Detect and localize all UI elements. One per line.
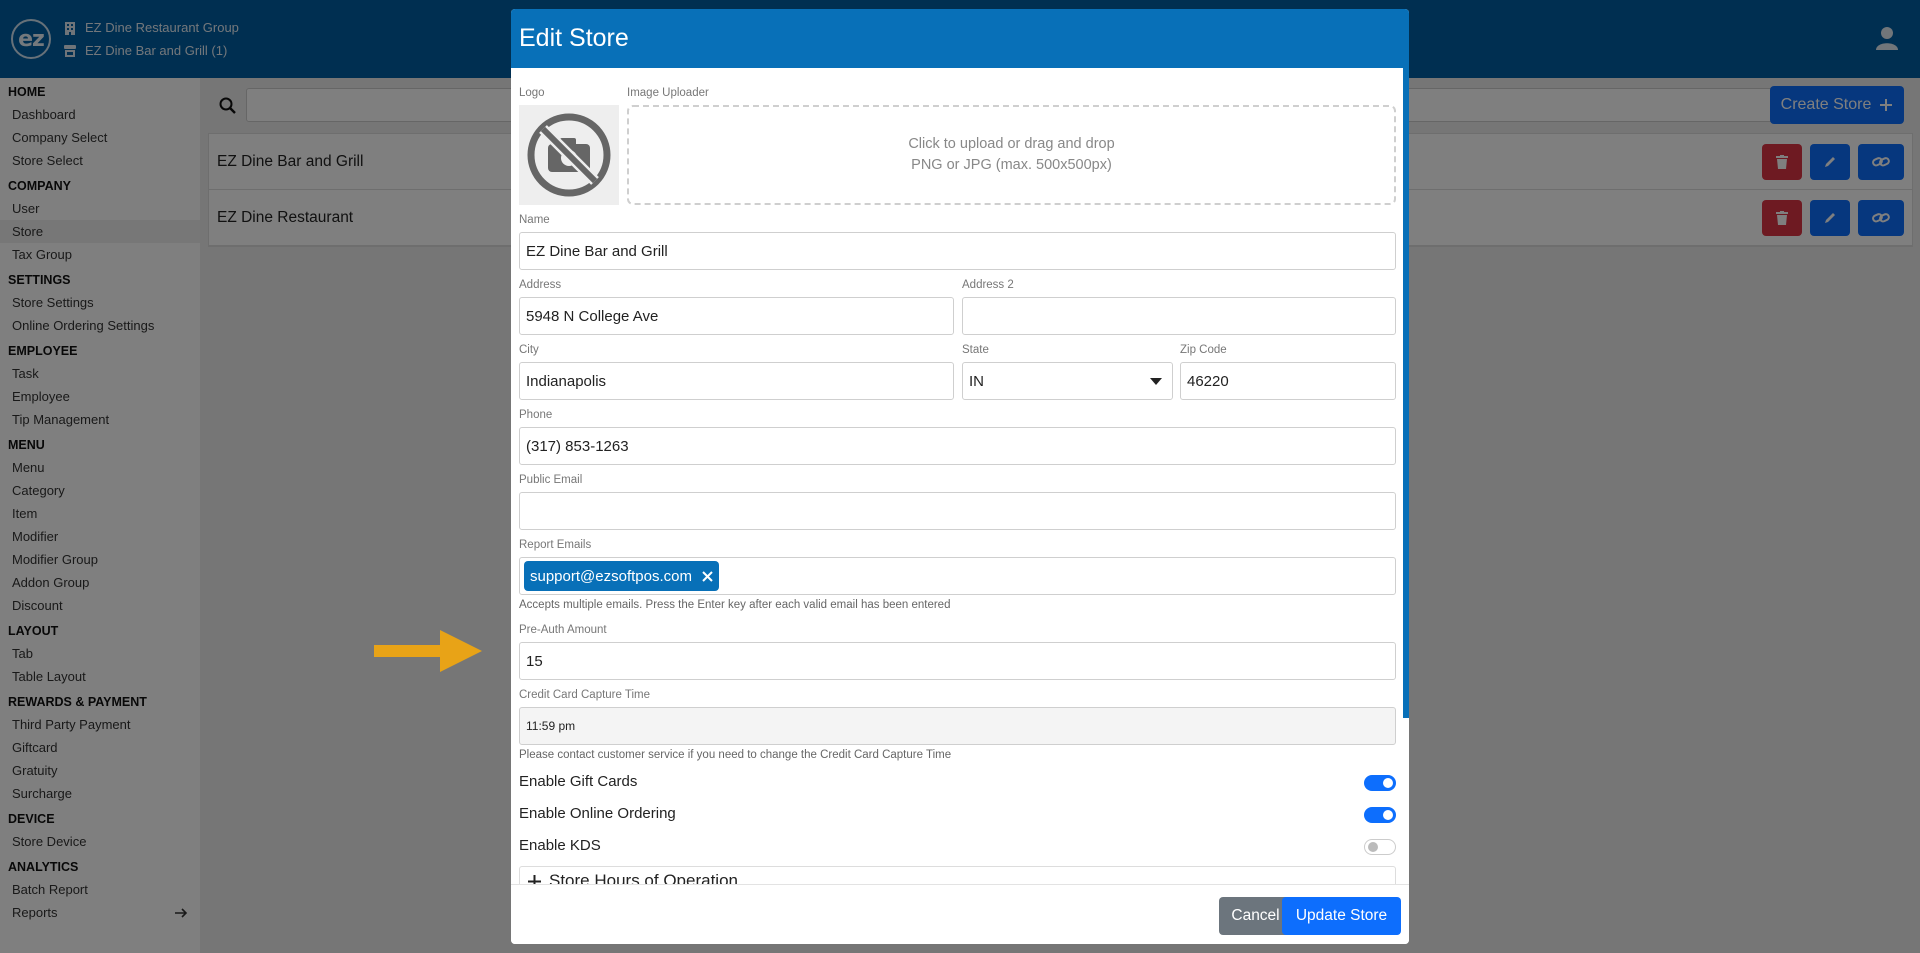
address2-label: Address 2 [962, 279, 1014, 291]
report-emails-label: Report Emails [519, 539, 592, 551]
capture-time-help: Please contact customer service if you n… [519, 749, 952, 761]
store-hours-accordion[interactable]: Store Hours of Operation [519, 866, 1396, 884]
email-chip: support@ezsoftpos.com [524, 561, 719, 591]
address-input[interactable]: 5948 N College Ave [519, 297, 954, 335]
online-ordering-label: Enable Online Ordering [519, 805, 676, 822]
city-value: Indianapolis [526, 372, 607, 390]
uploader-instructions: Click to upload or drag and drop [908, 136, 1115, 152]
address-value: 5948 N College Ave [526, 307, 659, 325]
gift-cards-label: Enable Gift Cards [519, 773, 638, 790]
plus-icon [528, 874, 541, 884]
gift-cards-toggle[interactable] [1364, 775, 1396, 791]
capture-time-value: 11:59 pm [526, 719, 576, 733]
name-input[interactable]: EZ Dine Bar and Grill [519, 232, 1396, 270]
public-email-label: Public Email [519, 474, 583, 486]
email-chip-text: support@ezsoftpos.com [530, 567, 692, 585]
logo-label: Logo [519, 87, 545, 99]
address2-input[interactable] [962, 297, 1396, 335]
annotation-arrow-icon [374, 630, 482, 672]
capture-time-label: Credit Card Capture Time [519, 689, 651, 701]
state-select[interactable]: IN [962, 362, 1173, 400]
toggle-knob [1383, 810, 1393, 820]
report-emails-help: Accepts multiple emails. Press the Enter… [519, 599, 951, 611]
modal-body: Logo Image Uploader Click to upload or d… [511, 68, 1409, 884]
logo-preview [519, 105, 619, 205]
capture-time-input: 11:59 pm [519, 707, 1396, 745]
online-ordering-toggle[interactable] [1364, 807, 1396, 823]
zip-input[interactable]: 46220 [1180, 362, 1396, 400]
toggle-knob [1383, 778, 1393, 788]
toggle-knob [1368, 842, 1378, 852]
kds-label: Enable KDS [519, 837, 601, 854]
city-input[interactable]: Indianapolis [519, 362, 954, 400]
no-photo-icon [527, 113, 611, 197]
uploader-format-hint: PNG or JPG (max. 500x500px) [911, 157, 1112, 173]
city-label: City [519, 344, 539, 356]
image-uploader-dropzone[interactable]: Click to upload or drag and drop PNG or … [627, 105, 1396, 205]
phone-value: (317) 853-1263 [526, 437, 629, 455]
phone-input[interactable]: (317) 853-1263 [519, 427, 1396, 465]
uploader-label: Image Uploader [627, 87, 709, 99]
edit-store-modal: Edit Store Logo Image Uploader Click to … [511, 9, 1409, 944]
close-icon[interactable] [702, 570, 713, 582]
state-label: State [962, 344, 989, 356]
report-emails-input[interactable]: support@ezsoftpos.com [519, 557, 1396, 595]
preauth-label: Pre-Auth Amount [519, 624, 607, 636]
name-label: Name [519, 214, 550, 226]
state-value: IN [969, 372, 984, 390]
address-label: Address [519, 279, 562, 291]
preauth-value: 15 [526, 652, 543, 670]
modal-title: Edit Store [511, 9, 1409, 68]
public-email-input[interactable] [519, 492, 1396, 530]
modal-footer: Cancel Update Store [511, 884, 1409, 944]
update-store-button[interactable]: Update Store [1282, 897, 1401, 935]
caret-down-icon [1150, 378, 1162, 385]
zip-label: Zip Code [1180, 344, 1227, 356]
name-value: EZ Dine Bar and Grill [526, 242, 668, 260]
phone-label: Phone [519, 409, 553, 421]
zip-value: 46220 [1187, 372, 1229, 390]
store-hours-label: Store Hours of Operation [549, 871, 738, 884]
kds-toggle[interactable] [1364, 839, 1396, 855]
preauth-amount-input[interactable]: 15 [519, 642, 1396, 680]
